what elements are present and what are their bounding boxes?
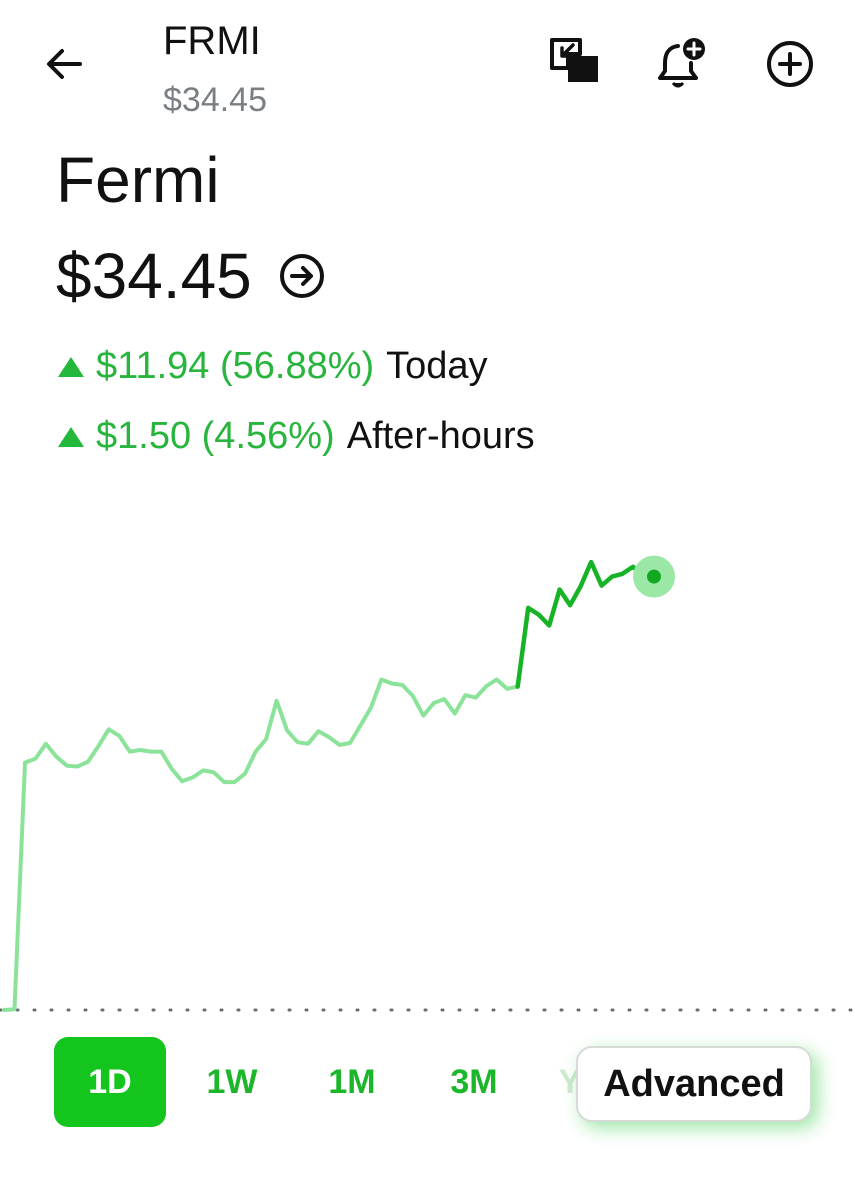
header-price: $34.45 <box>163 81 267 119</box>
arrow-left-icon <box>47 49 82 79</box>
after-hours-change-value: $1.50 (4.56%) <box>96 414 335 457</box>
picture-in-picture-button[interactable] <box>546 36 602 92</box>
current-point-marker <box>647 569 661 584</box>
after-hours-line <box>515 559 657 689</box>
up-triangle-icon <box>58 427 84 447</box>
today-change-row: $11.94 (56.88%) Today <box>58 342 488 390</box>
range-tabs: 1D 1W 1M 3M Y <box>54 1037 581 1127</box>
add-to-list-button[interactable] <box>762 36 818 92</box>
range-tab-1m[interactable]: 1M <box>296 1037 408 1127</box>
today-change-value: $11.94 (56.88%) <box>96 344 375 387</box>
picture-in-picture-icon <box>550 38 598 82</box>
current-point-halo <box>633 555 675 598</box>
range-tab-3m[interactable]: 3M <box>418 1037 530 1127</box>
after-hours-change-row: $1.50 (4.56%) After-hours <box>58 412 535 460</box>
range-tab-1w[interactable]: 1W <box>176 1037 288 1127</box>
current-price: $34.45 <box>56 240 252 312</box>
arrow-right-circle-icon <box>279 254 324 298</box>
back-button[interactable] <box>40 40 88 88</box>
bell-plus-icon <box>658 38 705 88</box>
header-ticker: FRMI <box>163 19 261 63</box>
today-change-label: Today <box>386 344 488 387</box>
price-details-button[interactable] <box>278 252 326 300</box>
plus-circle-icon <box>767 41 813 87</box>
range-tab-1d[interactable]: 1D <box>54 1037 166 1127</box>
add-alert-button[interactable] <box>654 36 710 92</box>
company-name: Fermi <box>56 144 220 216</box>
regular-session-line <box>2 677 520 1012</box>
price-row: $34.45 <box>56 236 326 316</box>
advanced-chart-button[interactable]: Advanced <box>576 1046 812 1122</box>
after-hours-change-label: After-hours <box>346 414 535 457</box>
up-triangle-icon <box>58 357 84 377</box>
